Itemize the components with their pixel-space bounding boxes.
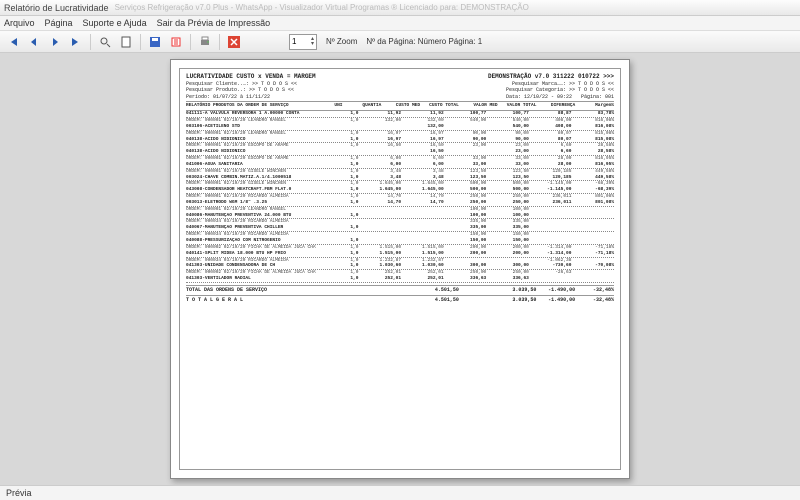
window-title: Relatório de Lucratividade: [4, 3, 109, 13]
window-titlebar: Relatório de Lucratividade Serviços Refr…: [0, 0, 800, 16]
report-columns: RELATÓRIO PRODUTOS DA ORDEM DE SERVIÇOUN…: [186, 103, 614, 111]
menu-sair[interactable]: Sair da Prévia de Impressão: [157, 18, 271, 28]
preview-viewport: LUCRATIVIDADE CUSTO x VENDA = MARGEM DEM…: [0, 53, 800, 485]
report-item-row: 003013-ELETRODO WGM 1/8" .3.251,014,7014…: [186, 200, 614, 207]
menubar: Arquivo Página Suporte e Ajuda Sair da P…: [0, 16, 800, 31]
save-button[interactable]: [146, 33, 164, 51]
report-item-row: 003106-ACETILENO STD132,00540,00408,0081…: [186, 124, 614, 131]
report-pagina: Página: 001: [581, 94, 614, 100]
nav-next-button[interactable]: [46, 33, 64, 51]
page-preview: LUCRATIVIDADE CUSTO x VENDA = MARGEM DEM…: [170, 59, 630, 479]
status-text: Prévia: [6, 488, 32, 498]
close-preview-button[interactable]: [225, 33, 243, 51]
toolbar-separator: [219, 34, 220, 50]
menu-suporte[interactable]: Suporte e Ajuda: [83, 18, 147, 28]
window-subtitle: Serviços Refrigeração v7.0 Plus - WhatsA…: [115, 3, 529, 12]
report-body: LUCRATIVIDADE CUSTO x VENDA = MARGEM DEM…: [179, 68, 621, 470]
page-layout-button[interactable]: [117, 33, 135, 51]
export-button[interactable]: [167, 33, 185, 51]
toolbar-separator: [90, 34, 91, 50]
zoom-label: Nº Zoom: [326, 37, 357, 46]
menu-pagina[interactable]: Página: [45, 18, 73, 28]
report-item-row: 041303-VENTILADOR RADIAL1,0252,01252,013…: [186, 276, 614, 283]
zoom-spinner[interactable]: 1 ▴▾: [289, 34, 317, 50]
print-button[interactable]: [196, 33, 214, 51]
report-periodo: Período: 01/07/22 à 11/11/22: [186, 94, 270, 101]
zoom-value: 1: [292, 37, 296, 46]
toolbar-separator: [140, 34, 141, 50]
spinner-arrows-icon[interactable]: ▴▾: [311, 37, 314, 47]
zoom-tool-button[interactable]: [96, 33, 114, 51]
report-item-row: 040086-MANUTENÇÃO PREVENTIVA 24.000 BTU1…: [186, 213, 614, 220]
report-total-geral: T O T A L G E R A L4.501,503.039,50-1.49…: [186, 295, 614, 304]
report-item-row: 041111-A VALVULA REVERSORA 1 A.00000 CON…: [186, 111, 614, 118]
toolbar: 1 ▴▾ Nº Zoom Nº da Página: Número Página…: [0, 31, 800, 53]
report-total-os: TOTAL DAS ORDENS DE SERVIÇO4.501,503.039…: [186, 285, 614, 294]
report-item-row: 041006-ÁGUA SANITÁRIA1,06,006,0033,0033,…: [186, 162, 614, 169]
report-data: Data: 12/10/22 - 09:22: [506, 94, 572, 100]
nav-first-button[interactable]: [4, 33, 22, 51]
nav-last-button[interactable]: [67, 33, 85, 51]
menu-arquivo[interactable]: Arquivo: [4, 18, 35, 28]
nav-prev-button[interactable]: [25, 33, 43, 51]
statusbar: Prévia: [0, 485, 800, 500]
toolbar-separator: [190, 34, 191, 50]
report-item-row: 040067-MANUTENÇÃO PREVENTIVA CHILLER1,03…: [186, 225, 614, 232]
report-item-row: 040088-PRESSURIZAÇÃO COM NITROGÊNIO1,015…: [186, 238, 614, 245]
report-title-left: LUCRATIVIDADE CUSTO x VENDA = MARGEM: [186, 73, 316, 81]
page-label: Nº da Página: Número Página: 1: [366, 37, 482, 46]
report-title-right: DEMONSTRAÇÃO v7.0 311222 010722 >>>: [488, 73, 614, 81]
report-item-row: 040141-SPLIT MIDEA 18.000 BTU HP FRIO1,0…: [186, 251, 614, 258]
